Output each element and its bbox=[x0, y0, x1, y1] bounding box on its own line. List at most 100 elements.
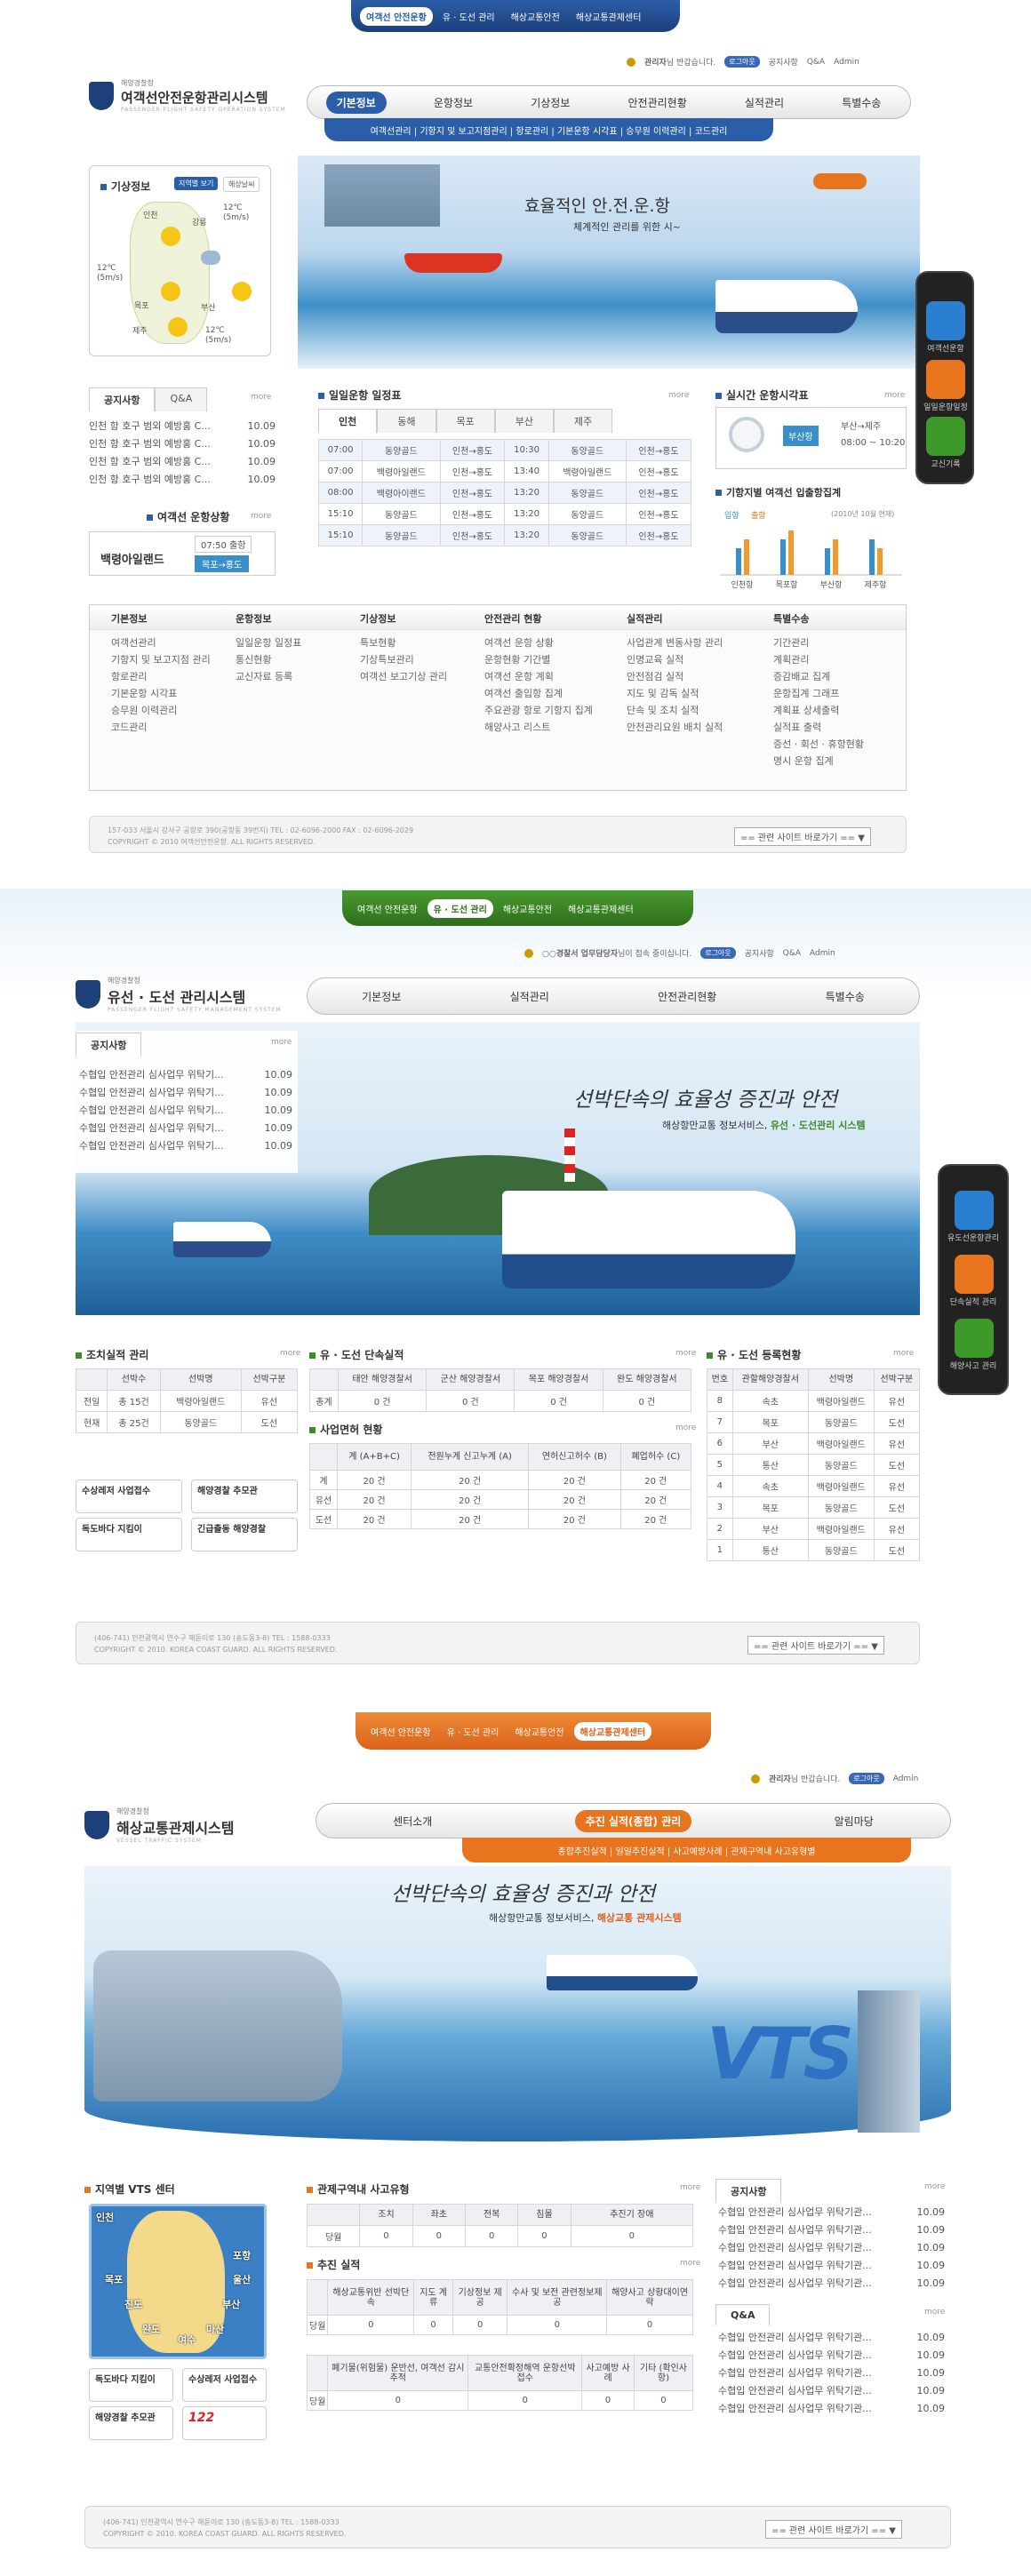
topnav-item[interactable]: 여객선 안전운항 bbox=[360, 6, 433, 26]
topnav-item[interactable]: 해상교통안전 bbox=[508, 1722, 570, 1741]
tab-notice[interactable]: 공지사항 bbox=[76, 1033, 142, 1057]
sea-weather-button[interactable]: 해상날씨 bbox=[223, 177, 260, 192]
sitemap-link[interactable]: 항로관리 bbox=[111, 668, 244, 685]
more-link[interactable]: more bbox=[924, 2308, 945, 2317]
list-item[interactable]: 수협입 안전관리 심사업무 위탁기... 10.09 bbox=[79, 1120, 292, 1137]
topnav-item[interactable]: 해상교통관제센터 bbox=[573, 1721, 652, 1741]
vts-city-label[interactable]: 울산 bbox=[233, 2272, 251, 2286]
topnav-item[interactable]: 해상교통안전 bbox=[497, 899, 558, 918]
sitemap-link[interactable]: 계획표 상세출력 bbox=[773, 702, 907, 719]
list-item[interactable]: 인천 항 호구 범외 예방홍 C... 10.09 bbox=[89, 471, 276, 489]
sitemap-link[interactable]: 기본운항 시각표 bbox=[111, 685, 244, 702]
list-item[interactable]: 수협입 안전관리 심사업무 위탁기관... 10.09 bbox=[718, 2257, 945, 2275]
util-link[interactable]: Q&A bbox=[807, 58, 825, 67]
menu-item[interactable]: 특별수송 bbox=[831, 92, 891, 114]
list-item[interactable]: 인천 항 호구 범외 예방홍 C... 10.09 bbox=[89, 453, 276, 471]
sitemap-link[interactable]: 실적표 출력 bbox=[773, 719, 907, 736]
more-link[interactable]: more bbox=[675, 1424, 696, 1432]
vts-city-label[interactable]: 부산 bbox=[222, 2297, 240, 2311]
topnav-item[interactable]: 여객선 안전운항 bbox=[364, 1722, 437, 1741]
sitemap-link[interactable]: 주요관광 항로 기항지 집계 bbox=[484, 702, 618, 719]
menu-item[interactable]: 기상정보 bbox=[520, 92, 580, 114]
tab-notice[interactable]: 공지사항 bbox=[715, 2179, 782, 2203]
port-tab[interactable]: 동해 bbox=[377, 409, 436, 433]
sitemap-link[interactable]: 사업관계 변동사항 관리 bbox=[627, 634, 760, 651]
menu-item[interactable]: 운항정보 bbox=[423, 92, 484, 114]
logo[interactable]: 해양경찰청 유선 · 도선 관리시스템 PASSENGER FLIGHT SAF… bbox=[76, 976, 282, 1013]
more-link[interactable]: more bbox=[680, 2259, 700, 2268]
vts-city-label[interactable]: 인천 bbox=[96, 2210, 114, 2224]
region-view-button[interactable]: 지역별 보기 bbox=[174, 177, 219, 190]
sitemap-link[interactable]: 증감배교 집계 bbox=[773, 668, 907, 685]
sitemap-heading[interactable]: 안전관리 현황 bbox=[484, 611, 618, 626]
sitemap-heading[interactable]: 실적관리 bbox=[627, 611, 760, 626]
more-link[interactable]: more bbox=[251, 512, 271, 521]
sitemap-link[interactable]: 기항지 및 보고지점 관리 bbox=[111, 651, 244, 668]
menu-item[interactable]: 알림마당 bbox=[824, 1810, 884, 1832]
emergency-button[interactable]: 긴급출동 해양경찰 bbox=[191, 1518, 298, 1551]
topnav-item[interactable]: 유 · 도선 관리 bbox=[441, 1722, 506, 1741]
leisure-register-button[interactable]: 수상레저 사업접수 bbox=[182, 2368, 267, 2402]
sitemap-link[interactable]: 기상특보관리 bbox=[360, 651, 493, 668]
sitemap-heading[interactable]: 기상정보 bbox=[360, 611, 493, 626]
list-item[interactable]: 수협입 안전관리 심사업무 위탁기관... 10.09 bbox=[718, 2239, 945, 2257]
warning-icon[interactable] bbox=[955, 1319, 994, 1358]
util-link[interactable]: Admin bbox=[893, 1774, 919, 1783]
logout-button[interactable]: 로그아웃 bbox=[700, 947, 736, 959]
port-tab[interactable]: 제주 bbox=[554, 409, 613, 433]
sitemap-link[interactable]: 증선 · 회선 · 휴항현황 bbox=[773, 736, 907, 753]
util-link[interactable]: 공지사항 bbox=[769, 56, 798, 68]
table-row[interactable]: 08:00 백령아이랜드 인천→홍도 13:20 동양골드 인천→홍도 bbox=[317, 482, 691, 504]
menu-item[interactable]: 기본정보 bbox=[325, 91, 387, 114]
sitemap-link[interactable]: 해양사고 리스트 bbox=[484, 719, 618, 736]
list-item[interactable]: 수협입 안전관리 심사업무 위탁기... 10.09 bbox=[79, 1102, 292, 1120]
more-link[interactable]: more bbox=[884, 391, 905, 400]
more-link[interactable]: more bbox=[680, 2183, 700, 2192]
badge-icon[interactable] bbox=[955, 1255, 994, 1294]
list-item[interactable]: 수협입 안전관리 심사업무 위탁기관... 10.09 bbox=[718, 2329, 945, 2347]
vts-city-label[interactable]: 목포 bbox=[105, 2272, 123, 2286]
topnav-item[interactable]: 해상교통관제센터 bbox=[570, 7, 648, 26]
sitemap-heading[interactable]: 기본정보 bbox=[111, 611, 244, 626]
sitemap-link[interactable]: 계획관리 bbox=[773, 651, 907, 668]
menu-item[interactable]: 센터소개 bbox=[382, 1810, 443, 1832]
menu-item[interactable]: 안전관리현황 bbox=[618, 92, 698, 114]
list-item[interactable]: 인천 항 호구 범외 예방홍 C... 10.09 bbox=[89, 435, 276, 453]
logout-button[interactable]: 로그아웃 bbox=[724, 56, 760, 68]
port-tab[interactable]: 인천 bbox=[318, 409, 378, 433]
list-item[interactable]: 수협입 안전관리 심사업무 위탁기관... 10.09 bbox=[718, 2347, 945, 2365]
sitemap-link[interactable]: 교신자료 등록 bbox=[236, 668, 369, 685]
sitemap-link[interactable]: 통신현황 bbox=[236, 651, 369, 668]
sitemap-link[interactable]: 인명교육 실적 bbox=[627, 651, 760, 668]
sitemap-link[interactable]: 운항현황 기간별 bbox=[484, 651, 618, 668]
topnav-item[interactable]: 해상교통안전 bbox=[505, 7, 566, 26]
util-link[interactable]: 공지사항 bbox=[745, 947, 774, 959]
related-sites-select[interactable]: == 관련 사이트 바로가기 == ▼ bbox=[747, 1636, 884, 1655]
util-link[interactable]: Q&A bbox=[783, 949, 801, 958]
sitemap-link[interactable]: 여객선 운항 상황 bbox=[484, 634, 618, 651]
logout-button[interactable]: 로그아웃 bbox=[849, 1773, 884, 1784]
memorial-button[interactable]: 해양경찰 추모관 bbox=[191, 1479, 298, 1513]
sitemap-link[interactable]: 여객선관리 bbox=[111, 634, 244, 651]
table-row[interactable]: 15:10 동양골드 인천→홍도 13:20 동양골드 인천→홍도 bbox=[317, 524, 691, 546]
sitemap-heading[interactable]: 특별수송 bbox=[773, 611, 907, 626]
sitemap-link[interactable]: 특보현황 bbox=[360, 634, 493, 651]
table-row[interactable]: 07:00 백령아일랜드 인천→홍도 13:40 백령아일랜드 인천→홍도 bbox=[317, 460, 691, 483]
emergency-122-button[interactable]: 122 bbox=[182, 2406, 267, 2440]
list-item[interactable]: 수협입 안전관리 심사업무 위탁기... 10.09 bbox=[79, 1066, 292, 1084]
sitemap-link[interactable]: 단속 및 조치 실적 bbox=[627, 702, 760, 719]
topnav-item[interactable]: 유 · 도선 관리 bbox=[427, 898, 493, 918]
menu-item[interactable]: 실적관리 bbox=[734, 92, 795, 114]
sub-menu[interactable]: 여객선관리 | 기항지 및 보고지점관리 | 항로관리 | 기본운항 시각표 |… bbox=[324, 118, 773, 141]
list-item[interactable]: 수협입 안전관리 심사업무 위탁기관... 10.09 bbox=[718, 2275, 945, 2293]
port-tab[interactable]: 목포 bbox=[436, 409, 495, 433]
list-item[interactable]: 인천 항 호구 범외 예방홍 C... 10.09 bbox=[89, 418, 276, 435]
related-sites-select[interactable]: == 관련 사이트 바로가기 == ▼ bbox=[765, 2520, 902, 2539]
list-item[interactable]: 수협입 안전관리 심사업무 위탁기관... 10.09 bbox=[718, 2365, 945, 2382]
ship-icon[interactable] bbox=[926, 301, 965, 340]
vts-city-label[interactable]: 포항 bbox=[233, 2248, 251, 2262]
sitemap-link[interactable]: 안전관리요원 배치 실적 bbox=[627, 719, 760, 736]
more-link[interactable]: more bbox=[251, 393, 271, 402]
more-link[interactable]: more bbox=[668, 391, 689, 400]
dokdo-button[interactable]: 독도바다 지킴이 bbox=[89, 2368, 173, 2402]
